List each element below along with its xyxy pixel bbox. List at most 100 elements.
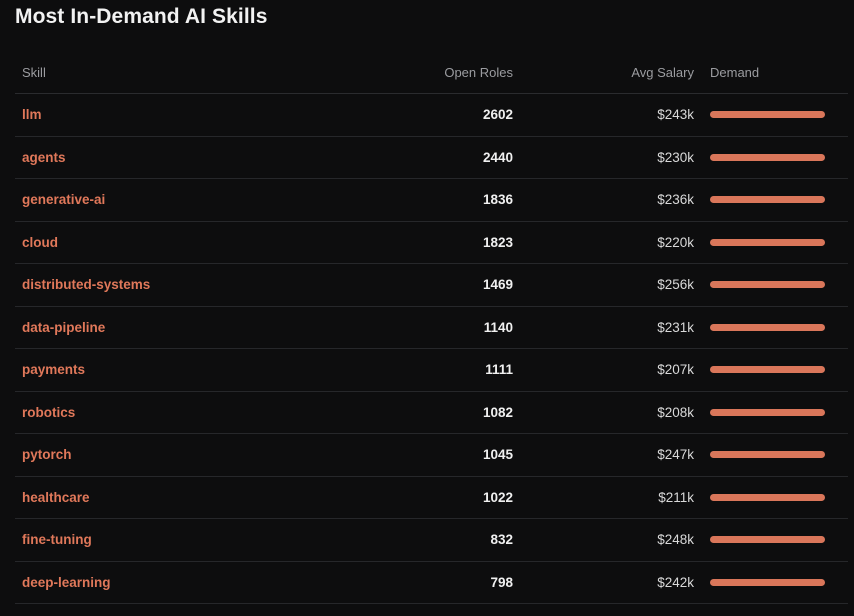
demand-bar xyxy=(710,536,825,544)
open-roles-cell: 1082 xyxy=(482,404,513,420)
open-roles-cell: 2440 xyxy=(482,149,513,165)
demand-bar-track xyxy=(710,493,825,501)
column-header-demand[interactable]: Demand xyxy=(694,65,848,80)
demand-bar xyxy=(710,196,825,204)
avg-salary-cell: $208k xyxy=(657,404,694,420)
skill-link[interactable]: fine-tuning xyxy=(22,532,92,547)
avg-salary-cell: $236k xyxy=(657,192,694,208)
table-row[interactable]: pytorch 1045 $247k xyxy=(15,434,848,477)
demand-bar-track xyxy=(710,111,825,119)
avg-salary-cell: $230k xyxy=(657,149,694,165)
table-row[interactable]: deep-learning 798 $242k xyxy=(15,562,848,604)
skill-cell: payments xyxy=(15,362,340,377)
table-row[interactable]: agents 2440 $230k xyxy=(15,137,848,179)
avg-salary-cell: $243k xyxy=(657,107,694,123)
open-roles-cell: 2602 xyxy=(482,107,513,123)
open-roles-cell: 1836 xyxy=(482,192,513,208)
avg-salary-cell: $220k xyxy=(657,234,694,250)
skill-cell: fine-tuning xyxy=(15,532,340,547)
skills-table: Skill Open Roles Avg Salary Demand llm 26… xyxy=(15,52,848,604)
skill-link[interactable]: robotics xyxy=(22,405,75,420)
table-row[interactable]: cloud 1823 $220k xyxy=(15,222,848,264)
table-row[interactable]: data-pipeline 1140 $231k xyxy=(15,307,848,349)
table-row[interactable]: generative-ai 1836 $236k xyxy=(15,179,848,222)
skill-cell: generative-ai xyxy=(15,192,340,207)
open-roles-cell: 1111 xyxy=(485,362,513,378)
open-roles-cell: 1469 xyxy=(482,277,513,293)
skill-cell: deep-learning xyxy=(15,575,340,590)
demand-bar-track xyxy=(710,451,825,459)
demand-cell xyxy=(694,281,848,289)
demand-bar-track xyxy=(710,196,825,204)
demand-cell xyxy=(694,451,848,459)
table-row[interactable]: robotics 1082 $208k xyxy=(15,392,848,434)
demand-cell xyxy=(694,323,848,331)
open-roles-cell: 798 xyxy=(490,574,513,590)
demand-bar xyxy=(710,281,825,289)
demand-bar-track xyxy=(710,323,825,331)
table-row[interactable]: payments 1111 $207k xyxy=(15,349,848,392)
skill-link[interactable]: data-pipeline xyxy=(22,320,105,335)
demand-bar xyxy=(710,111,825,119)
table-header: Skill Open Roles Avg Salary Demand xyxy=(15,52,848,94)
demand-cell xyxy=(694,196,848,204)
open-roles-cell: 1045 xyxy=(482,447,513,463)
avg-salary-cell: $247k xyxy=(657,447,694,463)
demand-cell xyxy=(694,153,848,161)
demand-cell xyxy=(694,111,848,119)
demand-bar-track xyxy=(710,536,825,544)
skill-link[interactable]: healthcare xyxy=(22,490,90,505)
skill-cell: pytorch xyxy=(15,447,340,462)
demand-bar-track xyxy=(710,281,825,289)
skill-link[interactable]: pytorch xyxy=(22,447,72,462)
demand-bar xyxy=(710,493,825,501)
demand-bar xyxy=(710,238,825,246)
avg-salary-cell: $242k xyxy=(657,574,694,590)
demand-cell xyxy=(694,366,848,374)
table-row[interactable]: healthcare 1022 $211k xyxy=(15,477,848,519)
skill-link[interactable]: agents xyxy=(22,150,66,165)
open-roles-cell: 1140 xyxy=(483,319,513,335)
demand-bar-track xyxy=(710,238,825,246)
column-header-skill[interactable]: Skill xyxy=(15,65,340,80)
demand-bar xyxy=(710,153,825,161)
demand-bar-track xyxy=(710,408,825,416)
skill-link[interactable]: cloud xyxy=(22,235,58,250)
column-header-avg-salary[interactable]: Avg Salary xyxy=(513,65,694,80)
skill-link[interactable]: payments xyxy=(22,362,85,377)
demand-bar-track xyxy=(710,366,825,374)
skill-link[interactable]: distributed-systems xyxy=(22,277,150,292)
avg-salary-cell: $256k xyxy=(657,277,694,293)
open-roles-cell: 1022 xyxy=(482,489,513,505)
skill-link[interactable]: deep-learning xyxy=(22,575,111,590)
demand-cell xyxy=(694,536,848,544)
demand-cell xyxy=(694,578,848,586)
demand-bar xyxy=(710,366,825,374)
avg-salary-cell: $207k xyxy=(657,362,694,378)
skill-link[interactable]: generative-ai xyxy=(22,192,105,207)
skill-link[interactable]: llm xyxy=(22,107,42,122)
demand-bar-track xyxy=(710,153,825,161)
demand-bar-track xyxy=(710,578,825,586)
table-row[interactable]: llm 2602 $243k xyxy=(15,94,848,137)
column-header-open-roles[interactable]: Open Roles xyxy=(340,65,513,80)
table-row[interactable]: distributed-systems 1469 $256k xyxy=(15,264,848,307)
skill-cell: agents xyxy=(15,150,340,165)
skill-cell: distributed-systems xyxy=(15,277,340,292)
page-title: Most In-Demand AI Skills xyxy=(15,5,268,28)
open-roles-cell: 1823 xyxy=(482,234,513,250)
avg-salary-cell: $231k xyxy=(657,319,694,335)
avg-salary-cell: $248k xyxy=(657,532,694,548)
demand-bar xyxy=(710,408,825,416)
demand-cell xyxy=(694,493,848,501)
skill-cell: data-pipeline xyxy=(15,320,340,335)
skill-cell: cloud xyxy=(15,235,340,250)
avg-salary-cell: $211k xyxy=(658,489,694,505)
skill-cell: llm xyxy=(15,107,340,122)
demand-bar xyxy=(710,578,825,586)
skill-cell: healthcare xyxy=(15,490,340,505)
skill-cell: robotics xyxy=(15,405,340,420)
demand-cell xyxy=(694,238,848,246)
table-row[interactable]: fine-tuning 832 $248k xyxy=(15,519,848,562)
open-roles-cell: 832 xyxy=(490,532,513,548)
